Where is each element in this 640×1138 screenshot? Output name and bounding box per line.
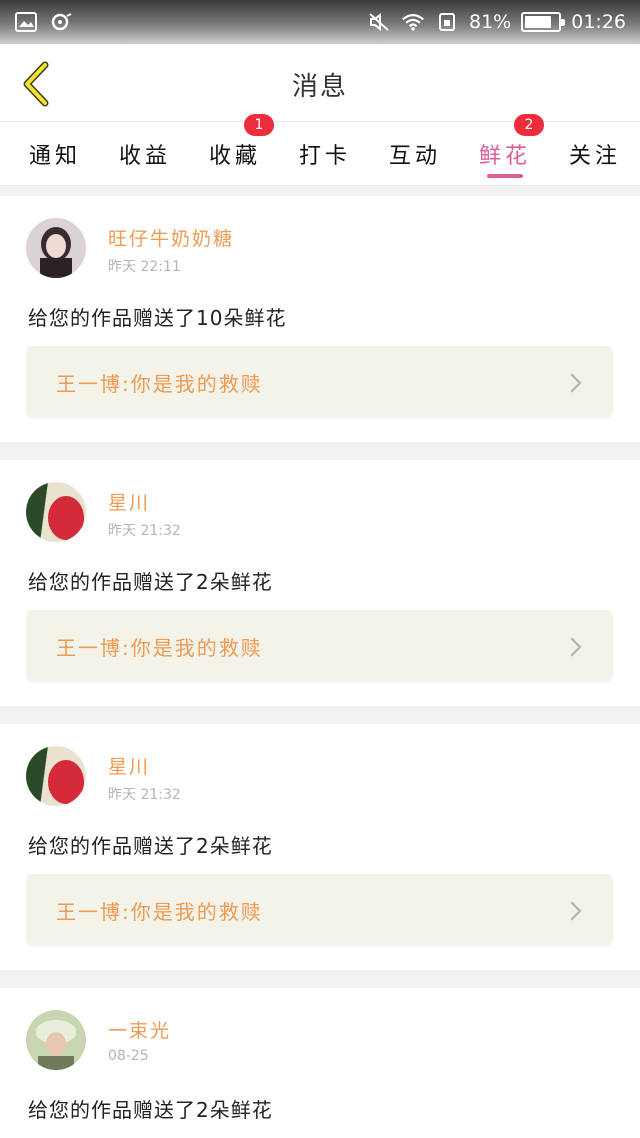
chevron-right-icon bbox=[570, 901, 582, 921]
music-notification-icon bbox=[50, 12, 74, 32]
work-title: 王一博:你是我的救赎 bbox=[56, 899, 263, 924]
tab-flowers[interactable]: 鲜花 2 bbox=[460, 113, 550, 186]
battery-icon bbox=[521, 12, 566, 32]
status-bar: 81% 01:26 bbox=[0, 0, 640, 44]
avatar[interactable] bbox=[26, 218, 86, 278]
tab-notification[interactable]: 通知 bbox=[10, 122, 100, 186]
tab-label: 通知 bbox=[28, 143, 81, 169]
timestamp: 08-25 bbox=[108, 1048, 149, 1064]
timestamp: 昨天 21:32 bbox=[108, 523, 181, 539]
mute-icon bbox=[367, 12, 391, 32]
message-card: 星川 昨天 21:32 给您的作品赠送了2朵鲜花 王一博:你是我的救赎 bbox=[0, 460, 640, 706]
tab-interaction[interactable]: 互动 bbox=[370, 122, 460, 186]
tab-label: 鲜花 bbox=[478, 143, 531, 169]
work-link[interactable]: 王一博:你是我的救赎 bbox=[26, 610, 613, 682]
page-title: 消息 bbox=[291, 72, 348, 102]
message-list: 旺仔牛奶奶糖 昨天 22:11 给您的作品赠送了10朵鲜花 王一博:你是我的救赎… bbox=[0, 196, 640, 1138]
battery-percent: 81% bbox=[469, 11, 512, 33]
sender-name[interactable]: 星川 bbox=[108, 752, 150, 779]
work-title: 王一博:你是我的救赎 bbox=[56, 371, 263, 396]
avatar[interactable] bbox=[26, 482, 86, 542]
timestamp: 昨天 22:11 bbox=[108, 259, 181, 275]
sim-icon bbox=[435, 12, 459, 32]
message-text: 给您的作品赠送了2朵鲜花 bbox=[28, 1098, 273, 1122]
header: 消息 bbox=[0, 44, 640, 122]
tab-favorites[interactable]: 收藏 1 bbox=[190, 113, 280, 186]
chevron-right-icon bbox=[570, 637, 582, 657]
tab-checkin[interactable]: 打卡 bbox=[280, 122, 370, 186]
message-text: 给您的作品赠送了2朵鲜花 bbox=[28, 570, 273, 594]
tab-label: 收藏 bbox=[208, 143, 261, 169]
wifi-icon bbox=[401, 12, 425, 32]
work-link[interactable]: 王一博:你是我的救赎 bbox=[26, 346, 613, 418]
avatar[interactable] bbox=[26, 746, 86, 806]
tab-label: 关注 bbox=[568, 143, 621, 169]
tab-bar: 通知 收益 收藏 1 打卡 互动 鲜花 2 关注 bbox=[0, 113, 640, 186]
chevron-right-icon bbox=[570, 373, 582, 393]
tab-label: 收益 bbox=[118, 143, 171, 169]
unread-badge: 1 bbox=[244, 113, 274, 136]
message-card: 一束光 08-25 给您的作品赠送了2朵鲜花 bbox=[0, 988, 640, 1138]
timestamp: 昨天 21:32 bbox=[108, 787, 181, 803]
tab-label: 打卡 bbox=[298, 143, 351, 169]
work-title: 王一博:你是我的救赎 bbox=[56, 635, 263, 660]
work-link[interactable]: 王一博:你是我的救赎 bbox=[26, 874, 613, 946]
tab-label: 互动 bbox=[388, 143, 441, 169]
sender-name[interactable]: 星川 bbox=[108, 488, 150, 515]
sender-name[interactable]: 一束光 bbox=[108, 1016, 171, 1043]
tab-earnings[interactable]: 收益 bbox=[100, 122, 190, 186]
avatar[interactable] bbox=[26, 1010, 86, 1070]
tab-follow[interactable]: 关注 bbox=[550, 122, 640, 186]
message-card: 星川 昨天 21:32 给您的作品赠送了2朵鲜花 王一博:你是我的救赎 bbox=[0, 724, 640, 970]
unread-badge: 2 bbox=[514, 113, 544, 136]
gallery-notification-icon bbox=[14, 12, 38, 32]
sender-name[interactable]: 旺仔牛奶奶糖 bbox=[108, 224, 234, 251]
battery-level bbox=[525, 16, 552, 28]
message-text: 给您的作品赠送了10朵鲜花 bbox=[28, 306, 287, 330]
message-text: 给您的作品赠送了2朵鲜花 bbox=[28, 834, 273, 858]
clock: 01:26 bbox=[571, 11, 626, 33]
message-card: 旺仔牛奶奶糖 昨天 22:11 给您的作品赠送了10朵鲜花 王一博:你是我的救赎 bbox=[0, 196, 640, 442]
